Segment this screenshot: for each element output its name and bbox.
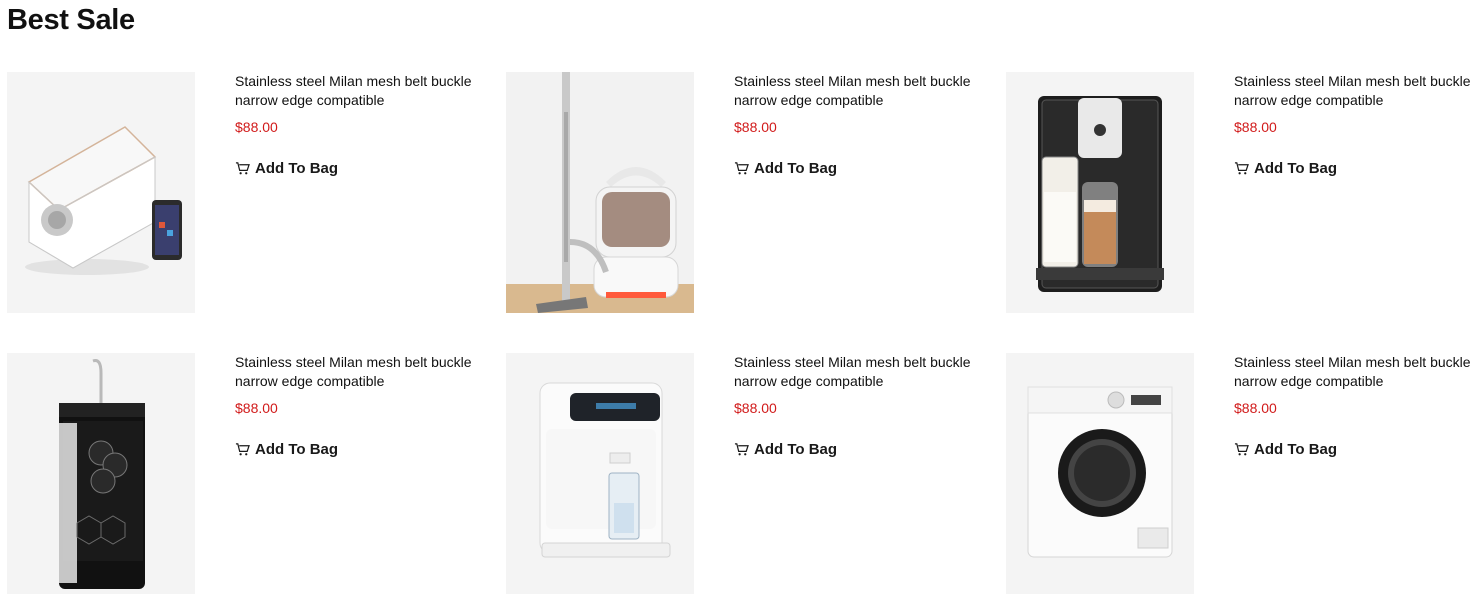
add-to-bag-label: Add To Bag (1254, 160, 1338, 177)
product-title[interactable]: Stainless steel Milan mesh belt buckle n… (734, 353, 986, 391)
add-to-bag-button[interactable]: Add To Bag (1234, 160, 1337, 177)
cart-icon (1234, 443, 1249, 456)
add-to-bag-button[interactable]: Add To Bag (235, 160, 338, 177)
product-title[interactable]: Stainless steel Milan mesh belt buckle n… (1234, 353, 1482, 391)
product-title[interactable]: Stainless steel Milan mesh belt buckle n… (235, 72, 487, 110)
product-card: Stainless steel Milan mesh belt buckle n… (506, 353, 986, 595)
product-card: Stainless steel Milan mesh belt buckle n… (7, 353, 487, 595)
product-price: $88.00 (1234, 400, 1277, 416)
product-price: $88.00 (235, 119, 278, 135)
add-to-bag-label: Add To Bag (255, 160, 339, 177)
product-card: Stainless steel Milan mesh belt buckle n… (506, 72, 986, 314)
add-to-bag-label: Add To Bag (255, 441, 339, 458)
add-to-bag-button[interactable]: Add To Bag (734, 160, 837, 177)
add-to-bag-button[interactable]: Add To Bag (235, 441, 338, 458)
product-image-water-dispenser[interactable] (506, 353, 694, 594)
product-image-robot-vacuum[interactable] (7, 72, 195, 313)
add-to-bag-button[interactable]: Add To Bag (734, 441, 837, 458)
cart-icon (1234, 162, 1249, 175)
cart-icon (235, 162, 250, 175)
cart-icon (734, 162, 749, 175)
product-title[interactable]: Stainless steel Milan mesh belt buckle n… (235, 353, 487, 391)
product-title[interactable]: Stainless steel Milan mesh belt buckle n… (1234, 72, 1482, 110)
add-to-bag-label: Add To Bag (754, 160, 838, 177)
product-card: Stainless steel Milan mesh belt buckle n… (7, 72, 487, 314)
product-image-canister-vacuum[interactable] (506, 72, 694, 313)
cart-icon (734, 443, 749, 456)
product-title[interactable]: Stainless steel Milan mesh belt buckle n… (734, 72, 986, 110)
product-price: $88.00 (734, 400, 777, 416)
add-to-bag-button[interactable]: Add To Bag (1234, 441, 1337, 458)
add-to-bag-label: Add To Bag (1254, 441, 1338, 458)
add-to-bag-label: Add To Bag (754, 441, 838, 458)
product-price: $88.00 (734, 119, 777, 135)
product-price: $88.00 (1234, 119, 1277, 135)
product-price: $88.00 (235, 400, 278, 416)
product-image-espresso-machine[interactable] (1006, 72, 1194, 313)
product-card: Stainless steel Milan mesh belt buckle n… (1006, 72, 1482, 314)
product-image-washing-machine[interactable] (1006, 353, 1194, 594)
product-card: Stainless steel Milan mesh belt buckle n… (1006, 353, 1482, 595)
cart-icon (235, 443, 250, 456)
product-image-water-purifier[interactable] (7, 353, 195, 594)
product-grid: Stainless steel Milan mesh belt buckle n… (0, 0, 1482, 601)
